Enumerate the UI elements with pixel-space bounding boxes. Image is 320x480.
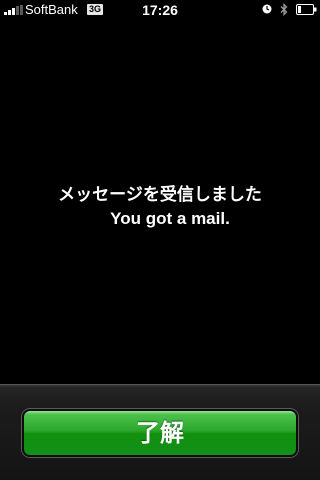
alert-message-english: You got a mail. xyxy=(110,209,230,228)
alarm-icon xyxy=(262,4,272,14)
alert-message-japanese: メッセージを受信しました xyxy=(58,185,262,205)
ok-button[interactable]: 了解 xyxy=(22,409,298,457)
alert-message: メッセージを受信しました You got a mail. xyxy=(0,182,320,230)
button-tray: 了解 xyxy=(0,384,320,480)
battery-icon xyxy=(296,4,317,15)
bluetooth-icon xyxy=(280,3,288,16)
status-bar: SoftBank 3G 17:26 xyxy=(0,0,320,20)
status-time: 17:26 xyxy=(142,2,178,18)
lock-screen: SoftBank 3G 17:26 メッセージを受信しました You got a… xyxy=(0,0,320,480)
